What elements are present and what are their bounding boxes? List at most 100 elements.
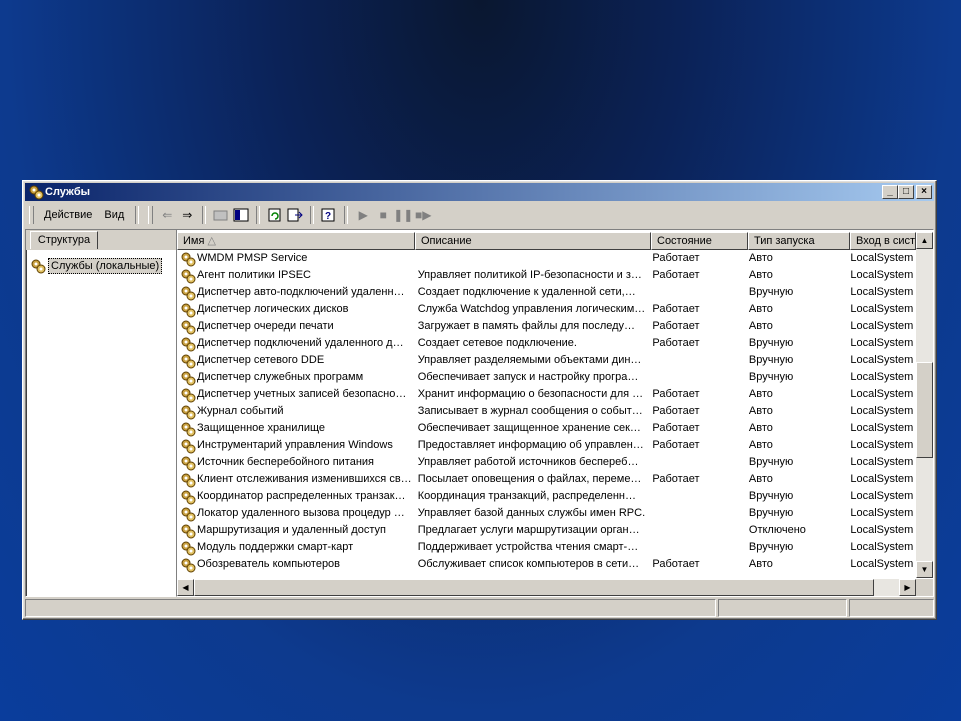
service-name: Координатор распределенных транзак…: [197, 490, 406, 502]
service-name: Журнал событий: [197, 405, 284, 417]
sort-ascending-icon: △: [207, 235, 216, 247]
service-logon: LocalSystem: [850, 405, 914, 417]
table-row[interactable]: Источник бесперебойного питания Управляет…: [177, 454, 916, 471]
table-row[interactable]: Модуль поддержки смарт-карт Поддерживает …: [177, 539, 916, 556]
service-logon: LocalSystem: [850, 388, 914, 400]
export-list-icon[interactable]: [285, 206, 305, 224]
toolbar-grip-2[interactable]: [148, 206, 154, 224]
close-button[interactable]: ×: [916, 185, 932, 199]
service-name: WMDM PMSP Service: [197, 252, 308, 264]
table-row[interactable]: Агент политики IPSEC Управляет политикой …: [177, 267, 916, 284]
service-description: Обеспечивает защищенное хранение сек…: [417, 422, 641, 434]
refresh-icon[interactable]: [265, 206, 285, 224]
table-row[interactable]: Клиент отслеживания изменившихся св… Посы…: [177, 471, 916, 488]
service-gear-icon: [181, 439, 196, 453]
column-header-startup[interactable]: Тип запуска: [748, 232, 850, 250]
service-gear-icon: [181, 541, 196, 555]
service-description: [414, 250, 649, 267]
service-logon: LocalSystem: [850, 286, 914, 298]
table-row[interactable]: Координатор распределенных транзак… Коорд…: [177, 488, 916, 505]
service-startup: Авто: [748, 303, 773, 315]
forward-icon[interactable]: ⇒: [177, 206, 197, 224]
scroll-up-button[interactable]: ▲: [916, 232, 933, 249]
table-row[interactable]: Локатор удаленного вызова процедур … Упра…: [177, 505, 916, 522]
column-headers: Имя △ Описание Состояние Тип запуска Вхо…: [177, 232, 916, 250]
service-startup: Авто: [748, 405, 773, 417]
service-gear-icon: [181, 337, 196, 351]
service-gear-icon: [181, 371, 196, 385]
service-description: Предлагает услуги маршрутизации орган…: [417, 524, 640, 536]
column-header-state[interactable]: Состояние: [651, 232, 748, 250]
column-header-logon[interactable]: Вход в систе: [850, 232, 916, 250]
service-startup: Авто: [748, 473, 773, 485]
table-row[interactable]: WMDM PMSP Service Работает Авто LocalSystem: [177, 250, 916, 267]
horizontal-scroll-thumb[interactable]: [194, 579, 874, 596]
table-row[interactable]: Диспетчер учетных записей безопасно… Хран…: [177, 386, 916, 403]
table-row[interactable]: Диспетчер сетевого DDE Управляет разделяе…: [177, 352, 916, 369]
back-icon[interactable]: ⇐: [157, 206, 177, 224]
maximize-button[interactable]: □: [898, 185, 914, 199]
scroll-down-button[interactable]: ▼: [916, 561, 933, 578]
scroll-left-button[interactable]: ◀: [177, 579, 194, 596]
service-description: Хранит информацию о безопасности для …: [417, 388, 644, 400]
service-gear-icon: [181, 524, 196, 538]
pause-icon[interactable]: ❚❚: [393, 206, 413, 224]
table-row[interactable]: Защищенное хранилище Обеспечивает защищен…: [177, 420, 916, 437]
service-name: Диспетчер логических дисков: [197, 303, 349, 315]
service-state: Работает: [652, 388, 700, 400]
table-row[interactable]: Диспетчер очереди печати Загружает в памя…: [177, 318, 916, 335]
services-icon: [31, 259, 46, 274]
status-pane-2: [718, 599, 847, 617]
service-name: Диспетчер сетевого DDE: [197, 354, 325, 366]
service-name: Диспетчер авто-подключений удаленн…: [197, 286, 405, 298]
table-row[interactable]: Диспетчер авто-подключений удаленн… Созда…: [177, 284, 916, 301]
horizontal-scrollbar[interactable]: ◀ ▶: [177, 579, 916, 596]
table-row[interactable]: Инструментарий управления Windows Предост…: [177, 437, 916, 454]
toolbar-grip[interactable]: [29, 206, 34, 224]
service-gear-icon: [181, 422, 196, 436]
title-bar[interactable]: Службы _ □ ×: [25, 183, 934, 201]
table-row[interactable]: Обозреватель компьютеров Обслуживает спис…: [177, 556, 916, 573]
table-row[interactable]: Диспетчер логических дисков Служба Watchd…: [177, 301, 916, 318]
table-row[interactable]: Диспетчер служебных программ Обеспечивает…: [177, 369, 916, 386]
service-logon: LocalSystem: [850, 252, 914, 264]
service-state: Работает: [652, 269, 700, 281]
service-name: Диспетчер очереди печати: [197, 320, 334, 332]
help-icon[interactable]: ?: [319, 206, 339, 224]
service-logon: LocalSystem: [850, 371, 914, 383]
table-row[interactable]: Маршрутизация и удаленный доступ Предлага…: [177, 522, 916, 539]
tab-structure[interactable]: Структура: [30, 231, 98, 249]
menu-view[interactable]: Вид: [98, 209, 130, 221]
vertical-scroll-thumb[interactable]: [916, 362, 933, 458]
service-startup: Вручную: [748, 354, 794, 366]
service-state: Работает: [652, 252, 700, 264]
play-icon[interactable]: ▶: [353, 206, 373, 224]
table-row[interactable]: Журнал событий Записывает в журнал сообще…: [177, 403, 916, 420]
table-row[interactable]: Диспетчер подключений удаленного д… Созда…: [177, 335, 916, 352]
service-state: Работает: [652, 320, 700, 332]
window-title: Службы: [45, 186, 91, 198]
scroll-right-button[interactable]: ▶: [899, 579, 916, 596]
show-hide-tree-icon[interactable]: [231, 206, 251, 224]
tree-item-services-local[interactable]: Службы (локальные): [30, 258, 163, 274]
service-logon: LocalSystem: [850, 320, 914, 332]
service-description: Обеспечивает запуск и настройку програ…: [417, 371, 639, 383]
stop-icon[interactable]: ■: [373, 206, 393, 224]
service-logon: LocalSystem: [850, 354, 914, 366]
service-state: Работает: [652, 405, 700, 417]
up-folder-icon[interactable]: [211, 206, 231, 224]
service-gear-icon: [181, 507, 196, 521]
service-startup: Вручную: [748, 286, 794, 298]
minimize-button[interactable]: _: [882, 185, 898, 199]
column-header-name[interactable]: Имя △: [177, 232, 415, 250]
column-header-description[interactable]: Описание: [415, 232, 651, 250]
service-name: Клиент отслеживания изменившихся св…: [197, 473, 412, 485]
menu-action[interactable]: Действие: [38, 209, 98, 221]
vertical-scrollbar[interactable]: ▲ ▼: [916, 232, 933, 578]
service-gear-icon: [181, 405, 196, 419]
service-gear-icon: [181, 252, 196, 266]
service-state: Работает: [652, 337, 700, 349]
restart-icon[interactable]: ■▶: [413, 206, 433, 224]
status-pane-1: [25, 599, 716, 617]
service-logon: LocalSystem: [850, 422, 914, 434]
